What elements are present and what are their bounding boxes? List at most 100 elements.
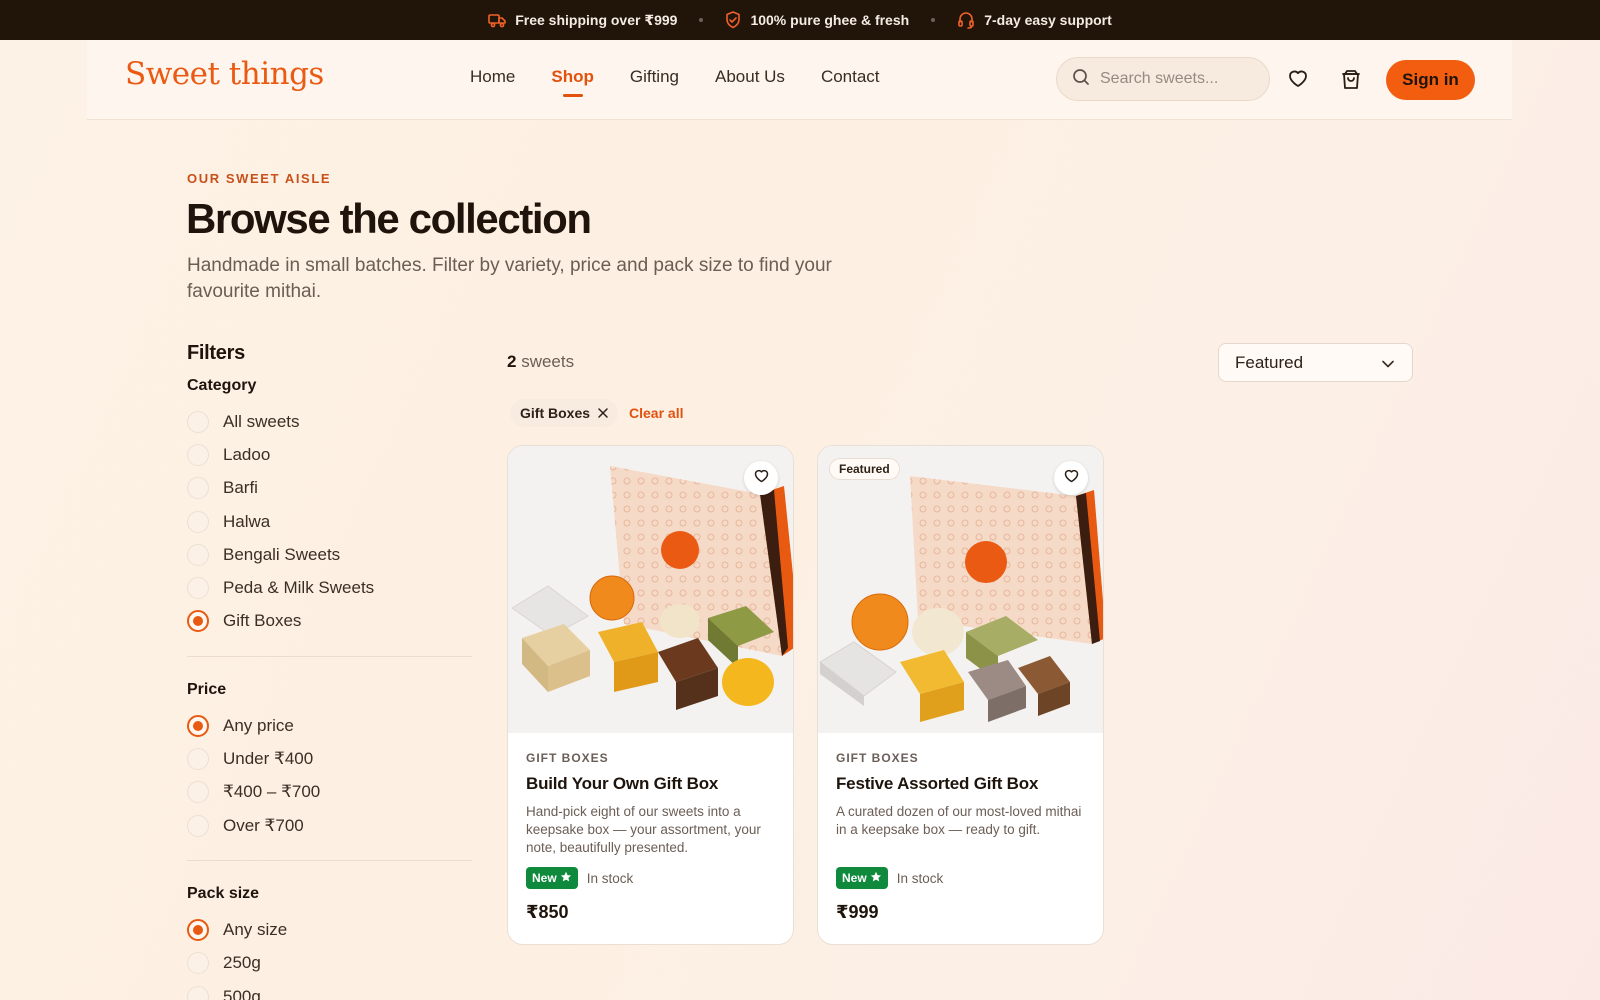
product-price: ₹999 bbox=[836, 902, 879, 922]
price-option-under-400[interactable]: Under ₹400 bbox=[187, 742, 472, 775]
pack-option-250g[interactable]: 250g bbox=[187, 947, 472, 980]
category-option-all[interactable]: All sweets bbox=[187, 405, 472, 438]
product-card[interactable]: GIFT BOXES Build Your Own Gift Box Hand-… bbox=[507, 445, 794, 945]
category-option-halwa[interactable]: Halwa bbox=[187, 505, 472, 538]
category-option-ladoo[interactable]: Ladoo bbox=[187, 438, 472, 471]
product-description: A curated dozen of our most-loved mithai… bbox=[836, 804, 1082, 837]
truck-icon bbox=[488, 12, 507, 28]
new-badge: New bbox=[526, 867, 578, 889]
nav-contact[interactable]: Contact bbox=[821, 67, 880, 87]
filter-group-title: Pack size bbox=[187, 885, 260, 903]
new-badge: New bbox=[836, 867, 888, 889]
wishlist-button[interactable] bbox=[1054, 461, 1088, 495]
sort-dropdown[interactable]: Featured bbox=[1218, 343, 1413, 382]
option-label: Any size bbox=[223, 919, 288, 939]
divider bbox=[187, 860, 472, 862]
divider bbox=[187, 656, 472, 658]
option-label: Over ₹700 bbox=[223, 815, 304, 835]
option-label: ₹400 – ₹700 bbox=[223, 782, 321, 802]
site-header: Sweet things Home Shop Gifting About Us … bbox=[87, 40, 1512, 120]
radio-button[interactable] bbox=[187, 577, 209, 600]
separator-dot bbox=[931, 18, 936, 22]
shield-check-icon bbox=[725, 11, 741, 29]
radio-button-selected[interactable] bbox=[187, 610, 209, 633]
price-option-400-700[interactable]: ₹400 – ₹700 bbox=[187, 776, 472, 809]
radio-button[interactable] bbox=[187, 543, 209, 566]
featured-badge: Featured bbox=[829, 458, 900, 480]
option-label: Under ₹400 bbox=[223, 749, 314, 769]
product-badges: New In stock bbox=[836, 867, 943, 889]
radio-button[interactable] bbox=[187, 443, 209, 466]
radio-button[interactable] bbox=[187, 410, 209, 433]
results-count-label: sweets bbox=[521, 352, 575, 371]
badge-label: New bbox=[842, 871, 867, 885]
announcement-text: 7-day easy support bbox=[984, 12, 1112, 28]
nav-gifting[interactable]: Gifting bbox=[630, 67, 679, 87]
radio-button[interactable] bbox=[187, 985, 209, 1000]
radio-button[interactable] bbox=[187, 781, 209, 804]
clear-all-link[interactable]: Clear all bbox=[629, 405, 683, 421]
badge-label: New bbox=[532, 871, 557, 885]
pack-option-500g[interactable]: 500g bbox=[187, 980, 472, 1000]
headset-icon bbox=[957, 11, 975, 29]
pack-option-any[interactable]: Any size bbox=[187, 913, 472, 946]
product-name[interactable]: Festive Assorted Gift Box bbox=[836, 774, 1038, 794]
option-label: Ladoo bbox=[223, 444, 271, 464]
sign-in-button[interactable]: Sign in bbox=[1386, 60, 1475, 100]
page-subtitle: Handmade in small batches. Filter by var… bbox=[187, 255, 832, 302]
option-label: Halwa bbox=[223, 511, 271, 531]
radio-button[interactable] bbox=[187, 952, 209, 975]
sort-value: Featured bbox=[1235, 352, 1304, 372]
radio-button[interactable] bbox=[187, 510, 209, 533]
product-description: Hand-pick eight of our sweets into a kee… bbox=[526, 804, 761, 855]
radio-button-selected[interactable] bbox=[187, 714, 209, 737]
filters-heading: Filters bbox=[187, 342, 245, 364]
filters-sidebar: Filters Category All sweets Ladoo Barfi … bbox=[187, 342, 472, 1000]
stock-status: In stock bbox=[896, 870, 944, 886]
section-eyebrow: OUR SWEET AISLE bbox=[187, 171, 332, 186]
nav-home[interactable]: Home bbox=[470, 67, 515, 87]
product-badges: New In stock bbox=[526, 867, 633, 889]
chip-label: Gift Boxes bbox=[520, 405, 591, 421]
price-option-any[interactable]: Any price bbox=[187, 709, 472, 742]
chevron-down-icon bbox=[1382, 353, 1394, 373]
results-count: 2 sweets bbox=[507, 352, 574, 372]
radio-button-selected[interactable] bbox=[187, 918, 209, 941]
announcement-text: 100% pure ghee & fresh bbox=[750, 12, 910, 28]
heart-icon bbox=[753, 468, 770, 488]
category-option-gift-boxes[interactable]: Gift Boxes bbox=[187, 605, 472, 638]
product-price: ₹850 bbox=[526, 902, 569, 922]
option-label: Peda & Milk Sweets bbox=[223, 578, 375, 598]
nav-shop[interactable]: Shop bbox=[551, 67, 594, 97]
radio-button[interactable] bbox=[187, 814, 209, 837]
main-nav: Home Shop Gifting About Us Contact bbox=[470, 67, 880, 97]
stock-status: In stock bbox=[586, 870, 634, 886]
option-label: Bengali Sweets bbox=[223, 544, 341, 564]
category-option-peda[interactable]: Peda & Milk Sweets bbox=[187, 571, 472, 604]
search-input[interactable] bbox=[1100, 70, 1250, 88]
product-card[interactable]: Featured GIFT BOXES Festive Assorted Gif… bbox=[817, 445, 1104, 945]
product-name[interactable]: Build Your Own Gift Box bbox=[526, 774, 718, 794]
option-label: Barfi bbox=[223, 478, 258, 498]
shopping-bag-icon[interactable] bbox=[1340, 68, 1362, 95]
category-option-barfi[interactable]: Barfi bbox=[187, 472, 472, 505]
filter-group-title: Category bbox=[187, 377, 257, 394]
star-icon bbox=[560, 871, 572, 886]
radio-button[interactable] bbox=[187, 477, 209, 500]
product-category: GIFT BOXES bbox=[836, 751, 919, 765]
logo[interactable]: Sweet things bbox=[125, 56, 324, 92]
announcement-item: 100% pure ghee & fresh bbox=[725, 11, 909, 29]
active-filter-chip[interactable]: Gift Boxes bbox=[510, 399, 619, 427]
option-label: Gift Boxes bbox=[223, 611, 302, 631]
heart-icon bbox=[1063, 468, 1080, 488]
close-icon[interactable] bbox=[598, 405, 608, 421]
category-option-bengali[interactable]: Bengali Sweets bbox=[187, 538, 472, 571]
price-option-over-700[interactable]: Over ₹700 bbox=[187, 809, 472, 842]
wishlist-button[interactable] bbox=[744, 461, 778, 495]
heart-icon[interactable] bbox=[1287, 68, 1309, 93]
radio-button[interactable] bbox=[187, 748, 209, 771]
nav-about-us[interactable]: About Us bbox=[715, 67, 785, 87]
results-count-number: 2 bbox=[507, 352, 517, 371]
filter-group-category: Category All sweets Ladoo Barfi Halwa Be… bbox=[187, 377, 472, 638]
search-icon bbox=[1072, 68, 1090, 91]
